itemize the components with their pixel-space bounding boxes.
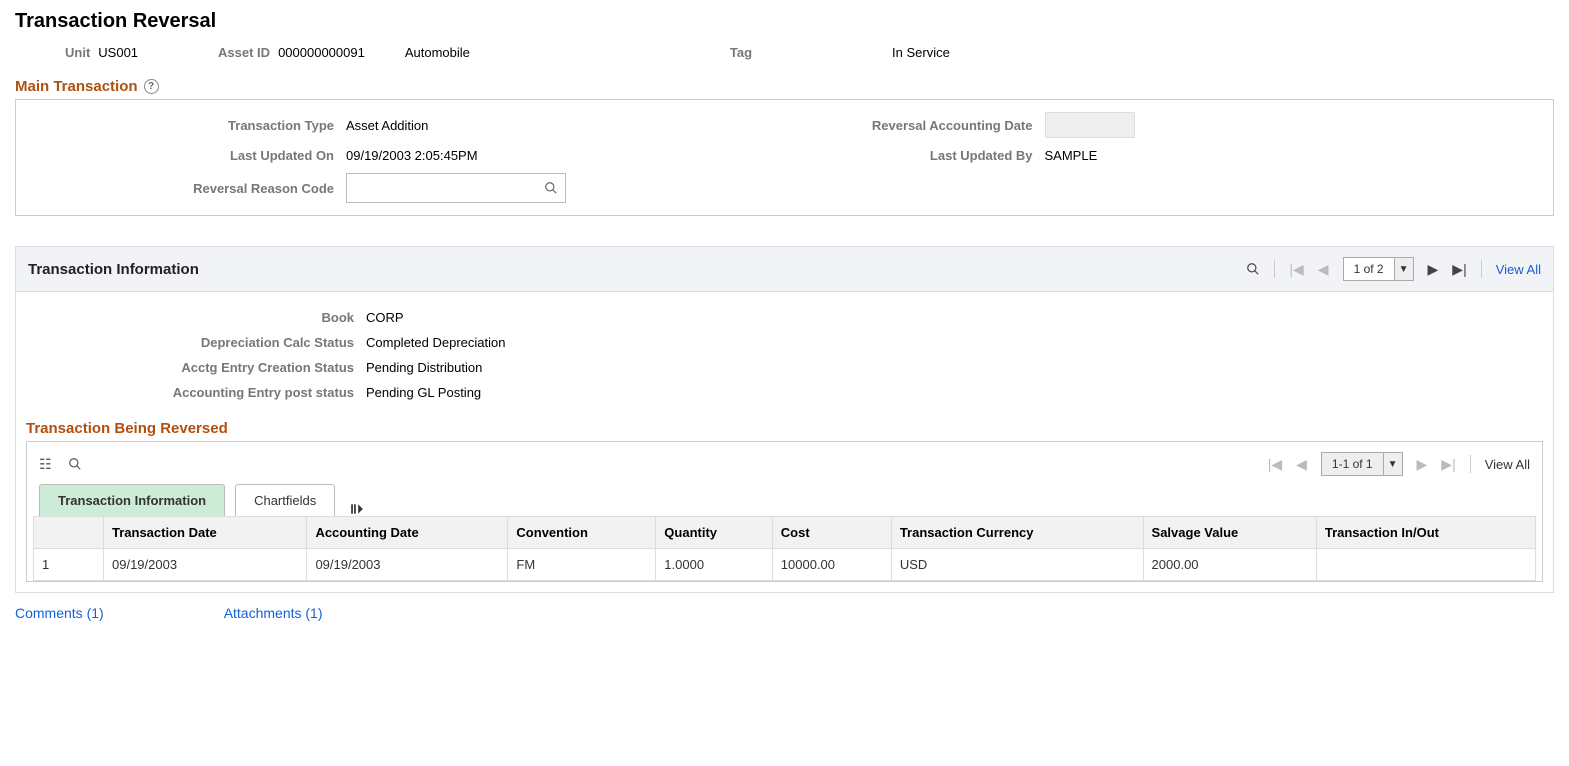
prev-page-button: ◀ bbox=[1318, 261, 1329, 278]
cell-transaction-date: 09/19/2003 bbox=[104, 549, 307, 581]
attachments-link[interactable]: Attachments (1) bbox=[224, 605, 323, 621]
asset-id-value: 000000000091 bbox=[278, 45, 365, 60]
search-icon bbox=[544, 181, 558, 195]
cell-quantity: 1.0000 bbox=[656, 549, 773, 581]
page-title: Transaction Reversal bbox=[15, 10, 1554, 33]
acctg-entry-creation-status-label: Acctg Entry Creation Status bbox=[26, 360, 366, 375]
asset-id-label: Asset ID bbox=[218, 45, 270, 60]
main-transaction-heading-text: Main Transaction bbox=[15, 78, 138, 95]
tab-chartfields[interactable]: Chartfields bbox=[235, 484, 335, 516]
cell-cost: 10000.00 bbox=[772, 549, 891, 581]
separator bbox=[1481, 260, 1482, 278]
show-all-columns-icon[interactable] bbox=[349, 502, 365, 516]
transaction-information-title: Transaction Information bbox=[28, 261, 199, 278]
grid-page-indicator[interactable]: 1-1 of 1 ▼ bbox=[1321, 452, 1403, 476]
col-convention[interactable]: Convention bbox=[508, 517, 656, 549]
col-transaction-currency[interactable]: Transaction Currency bbox=[891, 517, 1143, 549]
grid-last-page-button: ▶| bbox=[1441, 456, 1455, 473]
chevron-down-icon[interactable]: ▼ bbox=[1383, 453, 1402, 475]
grid-search-button[interactable] bbox=[68, 457, 82, 471]
cell-accounting-date: 09/19/2003 bbox=[307, 549, 508, 581]
reversal-reason-code-label: Reversal Reason Code bbox=[26, 181, 346, 196]
last-updated-on-label: Last Updated On bbox=[26, 148, 346, 163]
panel-search-button[interactable] bbox=[1246, 262, 1260, 276]
footer-links: Comments (1) Attachments (1) bbox=[15, 605, 1554, 621]
tab-transaction-information[interactable]: Transaction Information bbox=[39, 484, 225, 516]
unit-value: US001 bbox=[98, 45, 138, 60]
reversal-accounting-date-field[interactable] bbox=[1045, 112, 1135, 138]
tag-label: Tag bbox=[730, 45, 752, 60]
grid-page-indicator-text: 1-1 of 1 bbox=[1322, 457, 1383, 471]
accounting-entry-post-status-label: Accounting Entry post status bbox=[26, 385, 366, 400]
chevron-down-icon[interactable]: ▼ bbox=[1394, 258, 1413, 280]
acctg-entry-creation-status-value: Pending Distribution bbox=[366, 360, 1543, 375]
grid-next-page-button: ▶ bbox=[1417, 456, 1428, 473]
page-indicator-text: 1 of 2 bbox=[1344, 262, 1394, 276]
separator bbox=[1274, 260, 1275, 278]
book-value: CORP bbox=[366, 310, 1543, 325]
dep-calc-status-label: Depreciation Calc Status bbox=[26, 335, 366, 350]
last-updated-by-value: SAMPLE bbox=[1045, 148, 1544, 163]
comments-link[interactable]: Comments (1) bbox=[15, 605, 104, 621]
reversal-reason-code-field[interactable] bbox=[346, 173, 566, 203]
reversal-reason-code-lookup-button[interactable] bbox=[536, 173, 566, 203]
reversal-accounting-date-label: Reversal Accounting Date bbox=[845, 118, 1045, 133]
main-transaction-heading: Main Transaction ? bbox=[15, 78, 159, 95]
cell-transaction-in-out bbox=[1316, 549, 1535, 581]
book-label: Book bbox=[26, 310, 366, 325]
cell-convention: FM bbox=[508, 549, 656, 581]
unit-label: Unit bbox=[65, 45, 90, 60]
first-page-button: |◀ bbox=[1289, 261, 1303, 278]
separator bbox=[1470, 455, 1471, 473]
grid-toolbar: ☷ |◀ ◀ 1-1 of 1 ▼ ▶ ▶| View All bbox=[33, 448, 1536, 484]
asset-header-bar: Unit US001 Asset ID 000000000091 Automob… bbox=[15, 45, 1554, 60]
col-transaction-date[interactable]: Transaction Date bbox=[104, 517, 307, 549]
asset-status: In Service bbox=[892, 45, 950, 60]
grid-tabs: Transaction Information Chartfields bbox=[39, 484, 1536, 516]
search-icon bbox=[68, 457, 82, 471]
col-quantity[interactable]: Quantity bbox=[656, 517, 773, 549]
help-icon[interactable]: ? bbox=[144, 79, 159, 94]
cell-salvage-value: 2000.00 bbox=[1143, 549, 1316, 581]
main-transaction-box: Transaction Type Asset Addition Reversal… bbox=[15, 99, 1554, 216]
table-header-row: Transaction Date Accounting Date Convent… bbox=[34, 517, 1536, 549]
transaction-type-value: Asset Addition bbox=[346, 118, 845, 133]
grid-first-page-button: |◀ bbox=[1268, 456, 1282, 473]
search-icon bbox=[1246, 262, 1260, 276]
col-salvage-value[interactable]: Salvage Value bbox=[1143, 517, 1316, 549]
cell-transaction-currency: USD bbox=[891, 549, 1143, 581]
grid-personalize-icon[interactable]: ☷ bbox=[39, 456, 52, 473]
col-transaction-in-out[interactable]: Transaction In/Out bbox=[1316, 517, 1535, 549]
next-page-button[interactable]: ▶ bbox=[1428, 261, 1439, 278]
last-page-button[interactable]: ▶| bbox=[1452, 261, 1466, 278]
last-updated-by-label: Last Updated By bbox=[845, 148, 1045, 163]
transaction-being-reversed-heading: Transaction Being Reversed bbox=[26, 420, 1543, 437]
page-indicator[interactable]: 1 of 2 ▼ bbox=[1343, 257, 1414, 281]
cell-rownum: 1 bbox=[34, 549, 104, 581]
transaction-being-reversed-box: ☷ |◀ ◀ 1-1 of 1 ▼ ▶ ▶| View All bbox=[26, 441, 1543, 582]
transaction-information-panel: Transaction Information |◀ ◀ 1 of 2 ▼ ▶ … bbox=[15, 246, 1554, 593]
transaction-type-label: Transaction Type bbox=[26, 118, 346, 133]
reversal-grid: Transaction Date Accounting Date Convent… bbox=[33, 516, 1536, 581]
dep-calc-status-value: Completed Depreciation bbox=[366, 335, 1543, 350]
transaction-information-header: Transaction Information |◀ ◀ 1 of 2 ▼ ▶ … bbox=[16, 247, 1553, 292]
accounting-entry-post-status-value: Pending GL Posting bbox=[366, 385, 1543, 400]
col-cost[interactable]: Cost bbox=[772, 517, 891, 549]
table-row: 1 09/19/2003 09/19/2003 FM 1.0000 10000.… bbox=[34, 549, 1536, 581]
asset-description: Automobile bbox=[405, 45, 470, 60]
expand-columns-icon bbox=[349, 502, 365, 516]
view-all-link[interactable]: View All bbox=[1496, 262, 1541, 277]
grid-view-all-link[interactable]: View All bbox=[1485, 457, 1530, 472]
last-updated-on-value: 09/19/2003 2:05:45PM bbox=[346, 148, 845, 163]
col-accounting-date[interactable]: Accounting Date bbox=[307, 517, 508, 549]
grid-prev-page-button: ◀ bbox=[1296, 456, 1307, 473]
col-rownum bbox=[34, 517, 104, 549]
